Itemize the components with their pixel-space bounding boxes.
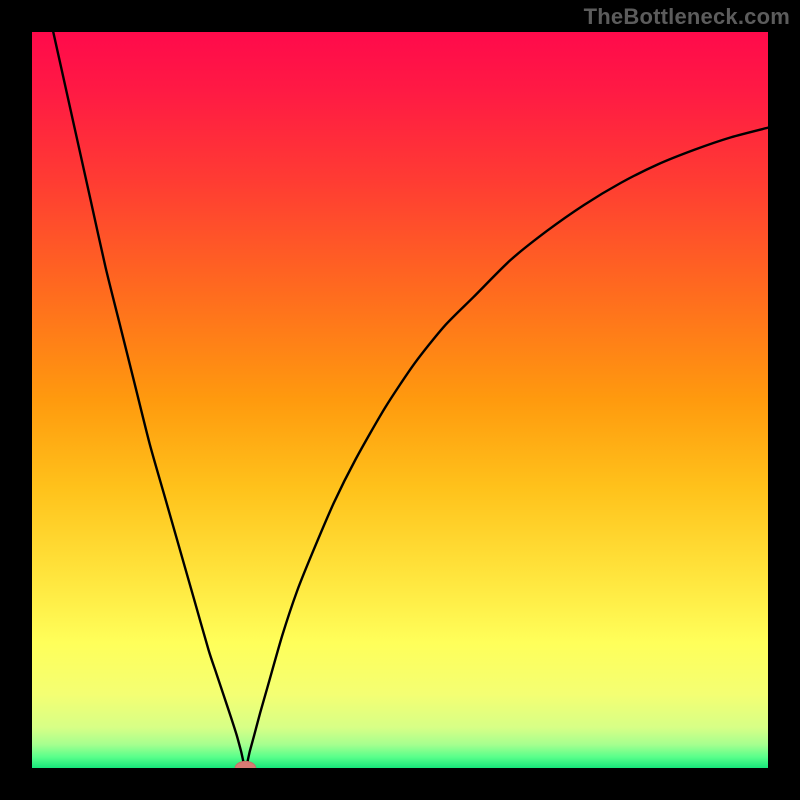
chart-frame: TheBottleneck.com [0,0,800,800]
plot-area [32,32,768,768]
watermark-text: TheBottleneck.com [584,4,790,30]
chart-svg [32,32,768,768]
gradient-background [32,32,768,768]
